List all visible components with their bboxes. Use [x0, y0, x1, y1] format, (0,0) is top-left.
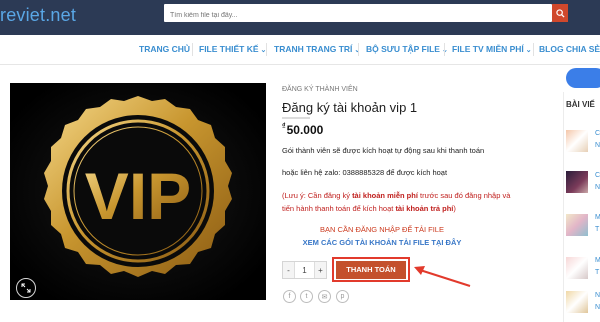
free-account-link: tài khoản miễn phí [352, 191, 418, 200]
checkout-button[interactable]: THANH TOÁN [336, 260, 406, 279]
post-thumbnail[interactable] [566, 171, 588, 193]
zoom-button[interactable] [16, 278, 36, 298]
sidebar-button[interactable] [566, 68, 600, 88]
quantity-input[interactable]: 1 [294, 262, 315, 278]
sidebar-title: BÀI VIẾ [566, 100, 595, 109]
product-price: ₫50.000 [282, 123, 323, 137]
nav-divider [444, 43, 445, 56]
product-image[interactable]: VIP [10, 83, 266, 300]
pinterest-icon[interactable]: p [336, 290, 349, 303]
post-thumbnail[interactable] [566, 291, 588, 313]
twitter-icon[interactable]: t [300, 290, 313, 303]
nav-divider [358, 43, 359, 56]
product-description-1: Gói thành viên sẽ được kích hoạt tự động… [282, 146, 485, 155]
title-divider [282, 117, 310, 119]
vip-badge-image: VIP [10, 83, 266, 300]
post-thumbnail[interactable] [566, 214, 588, 236]
post-title[interactable]: N [595, 304, 600, 311]
post-title[interactable]: M [595, 257, 600, 264]
post-title[interactable]: C [595, 130, 600, 137]
email-icon[interactable]: ✉ [318, 290, 331, 303]
site-header: reviet.net [0, 0, 600, 35]
nav-item-design-files[interactable]: FILE THIẾT KẾ ⌄ [199, 44, 266, 54]
nav-item-blog[interactable]: BLOG CHIA SẺ [539, 44, 600, 54]
main-nav: TRANG CHỦ FILE THIẾT KẾ ⌄ TRANH TRANG TRÍ… [0, 35, 600, 65]
expand-icon [21, 283, 31, 293]
nav-divider [533, 43, 534, 56]
view-plans-link[interactable]: XEM CÁC GÓI TÀI KHOẢN TẢI FILE TẠI ĐÂY [282, 238, 482, 247]
nav-divider [266, 43, 267, 56]
post-title[interactable]: N [595, 184, 600, 191]
quantity-stepper: - 1 + [282, 261, 327, 279]
login-required-message: BẠN CẦN ĐĂNG NHẬP ĐỂ TẢI FILE [320, 225, 444, 234]
search-box[interactable] [164, 4, 552, 25]
chevron-down-icon: ⌄ [525, 47, 532, 54]
currency-symbol: ₫ [282, 123, 286, 130]
nav-item-home[interactable]: TRANG CHỦ [139, 44, 190, 54]
facebook-icon[interactable]: f [283, 290, 296, 303]
checkout-highlight: THANH TOÁN [332, 257, 410, 282]
quantity-increase-button[interactable]: + [315, 262, 326, 278]
post-title[interactable]: T [595, 226, 599, 233]
nav-divider [192, 43, 193, 56]
price-value: 50.000 [286, 123, 324, 137]
post-title[interactable]: T [595, 269, 599, 276]
post-title[interactable]: N [595, 292, 600, 299]
quantity-decrease-button[interactable]: - [283, 262, 294, 278]
paid-account-text: tài khoản trả phí [395, 204, 454, 213]
nav-item-collections[interactable]: BỘ SƯU TẬP FILE⌄ [366, 44, 448, 54]
vip-text: VIP [85, 159, 191, 233]
post-thumbnail[interactable] [566, 130, 588, 152]
product-description-2: hoặc liên hệ zalo: 0388885328 để được kí… [282, 168, 448, 177]
site-logo[interactable]: reviet.net [0, 5, 76, 26]
nav-item-decor-paintings[interactable]: TRANH TRANG TRÍ⌄ [274, 44, 360, 54]
red-arrow-annotation [414, 266, 471, 287]
search-input[interactable] [164, 6, 552, 25]
search-button[interactable] [552, 4, 568, 22]
post-thumbnail[interactable] [566, 257, 588, 279]
post-title[interactable]: M [595, 214, 600, 221]
search-icon [555, 8, 565, 18]
product-note: (Lưu ý: Cần đăng ký tài khoản miễn phí t… [282, 191, 511, 213]
sidebar-divider [563, 92, 564, 322]
product-category[interactable]: ĐĂNG KÝ THÀNH VIÊN [282, 86, 358, 93]
product-title: Đăng ký tài khoản vip 1 [282, 100, 418, 115]
post-title[interactable]: C [595, 172, 600, 179]
nav-item-free-files[interactable]: FILE TV MIỄN PHÍ ⌄ [452, 44, 532, 54]
post-title[interactable]: N [595, 142, 600, 149]
